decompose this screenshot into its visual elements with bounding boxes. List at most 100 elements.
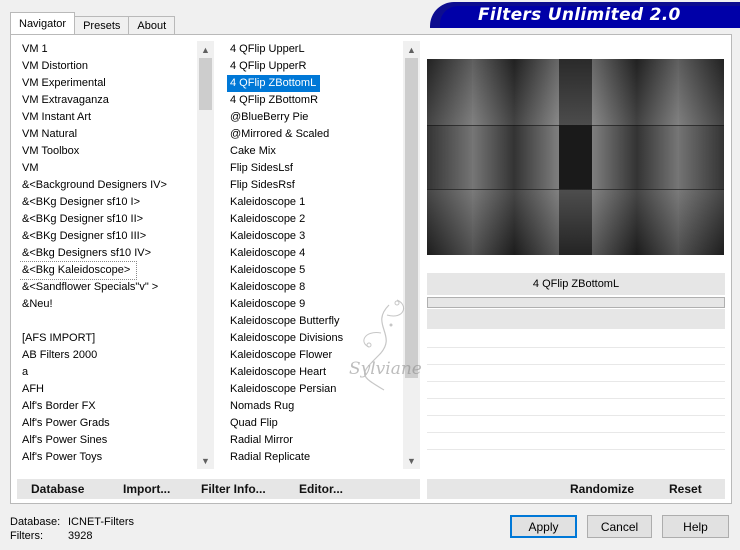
category-list-item[interactable]: Alf's Border FX (19, 398, 197, 415)
filter-list-item[interactable]: Kaleidoscope Flower (227, 347, 403, 364)
filters-label: Filters: (10, 530, 43, 542)
filter-list-item[interactable]: Kaleidoscope 5 (227, 262, 403, 279)
filter-list-item[interactable]: Kaleidoscope Persian (227, 381, 403, 398)
app-title-banner: Filters Unlimited 2.0 (430, 2, 740, 28)
filter-list-item[interactable]: Kaleidoscope 1 (227, 194, 403, 211)
category-list-item[interactable]: Alf's Power Grads (19, 415, 197, 432)
category-list-item[interactable]: Alf's Power Toys (19, 449, 197, 466)
database-button[interactable]: Database (31, 482, 84, 496)
category-list-item[interactable]: VM Extravaganza (19, 92, 197, 109)
filter-list-item[interactable]: Kaleidoscope Divisions (227, 330, 403, 347)
category-list-item[interactable]: &<BKg Designer sf10 II> (19, 211, 197, 228)
category-scrollbar[interactable]: ▲ ▼ (197, 41, 214, 469)
database-value: ICNET-Filters (68, 516, 134, 528)
app-title: Filters Unlimited 2.0 (478, 5, 681, 25)
category-list[interactable]: VM 1 VM Distortion VM Experimental VM Extra… (19, 41, 197, 469)
status-database: Database: ICNET-Filters (10, 516, 134, 528)
category-list-item[interactable]: VM Toolbox (19, 143, 197, 160)
filter-list-item[interactable]: Kaleidoscope 3 (227, 228, 403, 245)
category-list-item[interactable]: VM (19, 160, 197, 177)
tab-strip: Navigator Presets About (10, 12, 176, 34)
category-list-item[interactable]: VM Instant Art (19, 109, 197, 126)
category-list-item[interactable]: &<Bkg Kaleidoscope> (19, 261, 138, 280)
apply-button[interactable]: Apply (510, 515, 577, 538)
filter-list-item[interactable]: Kaleidoscope 4 (227, 245, 403, 262)
category-list-item[interactable]: VM Experimental (19, 75, 197, 92)
category-list-item[interactable]: &<BKg Designer sf10 III> (19, 228, 197, 245)
randomize-button[interactable]: Randomize (570, 482, 634, 496)
control-slot (427, 449, 725, 450)
category-list-item[interactable]: VM Distortion (19, 58, 197, 75)
scroll-down-icon[interactable]: ▼ (197, 452, 214, 469)
filter-list[interactable]: 4 QFlip UpperL 4 QFlip UpperR 4 QFlip ZBot… (227, 41, 403, 469)
left-toolbar: Database Import... Filter Info... Editor… (17, 479, 420, 499)
filter-list-item[interactable]: Kaleidoscope Butterfly (227, 313, 403, 330)
cancel-button[interactable]: Cancel (587, 515, 652, 538)
control-slot (427, 415, 725, 416)
filter-preview-image (427, 59, 724, 255)
tab-navigator[interactable]: Navigator (10, 12, 76, 34)
category-list-item[interactable]: a (19, 364, 197, 381)
filter-list-item[interactable]: @BlueBerry Pie (227, 109, 403, 126)
category-list-item[interactable] (19, 313, 197, 330)
filter-list-item[interactable]: Nomads Rug (227, 398, 403, 415)
tab-label: About (137, 19, 167, 32)
filter-list-item[interactable]: Flip SidesLsf (227, 160, 403, 177)
filter-list-item[interactable]: @Mirrored & Scaled (227, 126, 403, 143)
preview-pattern (427, 59, 724, 255)
scroll-thumb[interactable] (199, 58, 212, 110)
progress-bar (427, 297, 725, 308)
filter-list-item[interactable]: 4 QFlip UpperR (227, 58, 403, 75)
filter-list-item[interactable]: Kaleidoscope Heart (227, 364, 403, 381)
control-slot (427, 347, 725, 348)
help-button[interactable]: Help (662, 515, 729, 538)
filters-count: 3928 (68, 530, 93, 542)
filter-list-item[interactable]: Flip SidesRsf (227, 177, 403, 194)
filter-scrollbar[interactable]: ▲ ▼ (403, 41, 420, 469)
filter-list-item[interactable]: Radial Replicate (227, 449, 403, 466)
category-list-item[interactable]: Alf's Power Sines (19, 432, 197, 449)
editor-button[interactable]: Editor... (299, 482, 343, 496)
category-list-item[interactable]: AB Filters 2000 (19, 347, 197, 364)
tab-about[interactable]: About (128, 16, 176, 34)
filter-list-item[interactable]: Radial Mirror (227, 432, 403, 449)
category-list-item[interactable]: VM Natural (19, 126, 197, 143)
filter-list-item[interactable]: 4 QFlip ZBottomL (227, 75, 321, 92)
category-list-item[interactable]: &<Background Designers IV> (19, 177, 197, 194)
control-slot (427, 381, 725, 382)
control-slot (427, 432, 725, 433)
filter-info-area (427, 309, 725, 329)
filter-list-item[interactable]: Seamless Blend (227, 466, 403, 469)
category-list-item[interactable]: [AFS IMPORT] (19, 330, 197, 347)
navigator-panel: VM 1 VM Distortion VM Experimental VM Extra… (10, 34, 732, 504)
category-list-item[interactable]: &Neu! (19, 296, 197, 313)
category-list-item[interactable]: &<Sandflower Specials"v" > (19, 279, 197, 296)
filter-list-item[interactable]: Cake Mix (227, 143, 403, 160)
database-label: Database: (10, 516, 61, 528)
category-list-item[interactable]: &<Bkg Designers sf10 IV> (19, 245, 197, 262)
tab-presets[interactable]: Presets (74, 16, 130, 34)
filter-list-item[interactable]: 4 QFlip UpperL (227, 41, 403, 58)
filter-list-item[interactable]: Kaleidoscope 2 (227, 211, 403, 228)
control-slot (427, 364, 725, 365)
category-list-item[interactable]: &<BKg Designer sf10 I> (19, 194, 197, 211)
filter-info-button[interactable]: Filter Info... (201, 482, 266, 496)
filter-list-item[interactable]: Kaleidoscope 8 (227, 279, 403, 296)
category-list-item[interactable]: Alf's Industries (19, 466, 197, 469)
category-list-item[interactable]: VM 1 (19, 41, 197, 58)
filter-list-item[interactable]: Kaleidoscope 9 (227, 296, 403, 313)
scroll-up-icon[interactable]: ▲ (403, 41, 420, 58)
filter-list-item[interactable]: Quad Flip (227, 415, 403, 432)
scroll-up-icon[interactable]: ▲ (197, 41, 214, 58)
filter-list-item[interactable]: 4 QFlip ZBottomR (227, 92, 403, 109)
control-slot (427, 398, 725, 399)
tab-label: Navigator (19, 17, 67, 30)
category-list-item[interactable]: AFH (19, 381, 197, 398)
status-filters: Filters: 3928 (10, 530, 92, 542)
reset-button[interactable]: Reset (669, 482, 702, 496)
scroll-down-icon[interactable]: ▼ (403, 452, 420, 469)
selected-filter-name: 4 QFlip ZBottomL (427, 273, 725, 295)
right-toolbar: Randomize Reset (427, 479, 725, 499)
import-button[interactable]: Import... (123, 482, 170, 496)
scroll-thumb[interactable] (405, 58, 418, 378)
